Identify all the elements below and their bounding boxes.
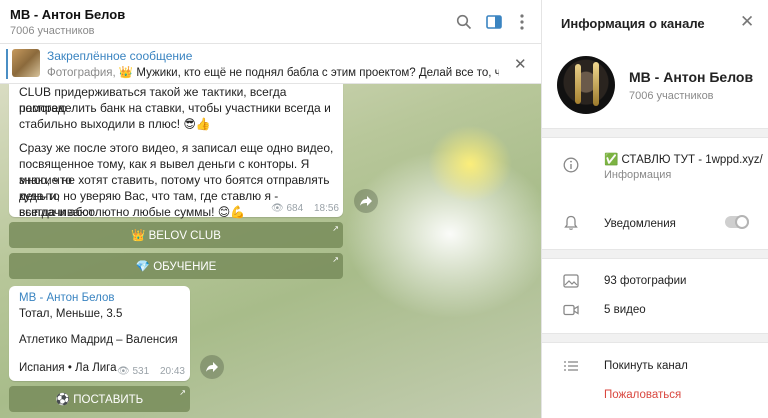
section-divider xyxy=(542,333,768,343)
external-link-icon: ↗ xyxy=(332,255,339,264)
forward-icon[interactable] xyxy=(200,355,224,379)
channel-name: MB - Антон Белов xyxy=(629,69,754,85)
message-meta: 👁 531 20:43 xyxy=(117,366,185,377)
panel-title: Информация о канале xyxy=(561,16,705,31)
info-icon xyxy=(562,156,580,174)
message-meta: 👁 684 18:56 xyxy=(271,203,339,214)
bet-line: Тотал, Меньше, 3.5 xyxy=(19,308,123,320)
belov-club-button[interactable]: 👑 BELOV CLUB ↗ xyxy=(9,222,343,248)
obuchenie-button[interactable]: 💎 ОБУЧЕНИЕ ↗ xyxy=(9,253,343,279)
leave-channel-button[interactable]: Покинуть канал xyxy=(604,360,688,372)
message-time: 18:56 xyxy=(313,203,339,214)
postavit-label: ⚽ ПОСТАВИТЬ xyxy=(55,394,144,406)
list-icon xyxy=(562,357,580,375)
search-icon[interactable] xyxy=(454,12,474,32)
close-icon[interactable]: ✕ xyxy=(740,12,754,32)
sidebar-toggle-icon[interactable] xyxy=(484,12,504,32)
video-icon xyxy=(562,301,580,319)
chat-title[interactable]: MB - Антон Белов xyxy=(10,7,125,22)
channel-avatar[interactable] xyxy=(557,56,615,114)
views-icon: 👁 xyxy=(117,366,130,377)
channel-info-panel: Информация о канале ✕ MB - Антон Белов 7… xyxy=(541,0,768,418)
message-time: 20:43 xyxy=(159,366,185,377)
message-line: стабильно выходили в плюс! 😎👍 xyxy=(19,117,211,131)
pinned-photo-thumbnail xyxy=(12,49,40,77)
message-line: Сразу же после этого видео, я записал ещ… xyxy=(19,141,334,155)
chat-member-count: 7006 участников xyxy=(10,25,95,37)
obuchenie-label: 💎 ОБУЧЕНИЕ xyxy=(135,261,217,273)
bell-icon xyxy=(562,214,580,232)
views-count: 531 xyxy=(132,366,150,377)
report-button[interactable]: Пожаловаться xyxy=(604,389,681,401)
message-line: всегда и абсолютно любые суммы! 😊💪 xyxy=(19,205,246,219)
info-label: Информация xyxy=(604,169,672,181)
views-count: 684 xyxy=(286,203,304,214)
pinned-kind: Фотография, xyxy=(47,67,116,79)
message-line: распределить банк на ставки, чтобы участ… xyxy=(19,101,331,115)
videos-count[interactable]: 5 видео xyxy=(604,304,646,316)
message-author[interactable]: MB - Антон Белов xyxy=(19,292,114,304)
chat-header[interactable]: MB - Антон Белов 7006 участников xyxy=(0,0,541,44)
chat-area: MB - Антон Белов 7006 участников Закрепл… xyxy=(0,0,541,418)
section-divider xyxy=(542,128,768,138)
bet-post-message[interactable]: MB - Антон Белов Тотал, Меньше, 3.5 Атле… xyxy=(9,286,190,381)
photo-icon xyxy=(562,272,580,290)
pinned-message-bar[interactable]: Закреплённое сообщение Фотография, 👑 Муж… xyxy=(0,44,541,84)
views-icon: 👁 xyxy=(271,203,284,214)
postavit-button[interactable]: ⚽ ПОСТАВИТЬ ↗ xyxy=(9,386,190,412)
channel-post-message[interactable]: CLUB придерживаться такой же тактики, вс… xyxy=(9,84,343,219)
external-link-icon: ↗ xyxy=(179,388,186,397)
notifications-label: Уведомления xyxy=(604,218,676,230)
pinned-accent-bar xyxy=(6,49,8,79)
channel-link[interactable]: ✅ СТАВЛЮ ТУТ - 1wppd.xyz/ xyxy=(604,152,763,166)
photos-count[interactable]: 93 фотографии xyxy=(604,275,686,287)
more-vertical-icon[interactable] xyxy=(512,12,532,32)
bet-match: Атлетико Мадрид – Валенсия xyxy=(19,334,178,346)
pinned-title: Закреплённое сообщение xyxy=(47,49,193,63)
pinned-preview: Фотография, 👑 Мужики, кто ещё не поднял … xyxy=(47,65,499,79)
pinned-text: 👑 Мужики, кто ещё не поднял бабла с этим… xyxy=(118,67,499,79)
external-link-icon: ↗ xyxy=(332,224,339,233)
bet-league: Испания • Ла Лига xyxy=(19,362,117,374)
close-icon[interactable]: ✕ xyxy=(514,55,527,73)
channel-member-count: 7006 участников xyxy=(629,90,714,102)
section-divider xyxy=(542,249,768,259)
belov-club-label: 👑 BELOV CLUB xyxy=(131,230,221,242)
forward-icon[interactable] xyxy=(354,189,378,213)
notifications-toggle[interactable] xyxy=(725,215,749,229)
